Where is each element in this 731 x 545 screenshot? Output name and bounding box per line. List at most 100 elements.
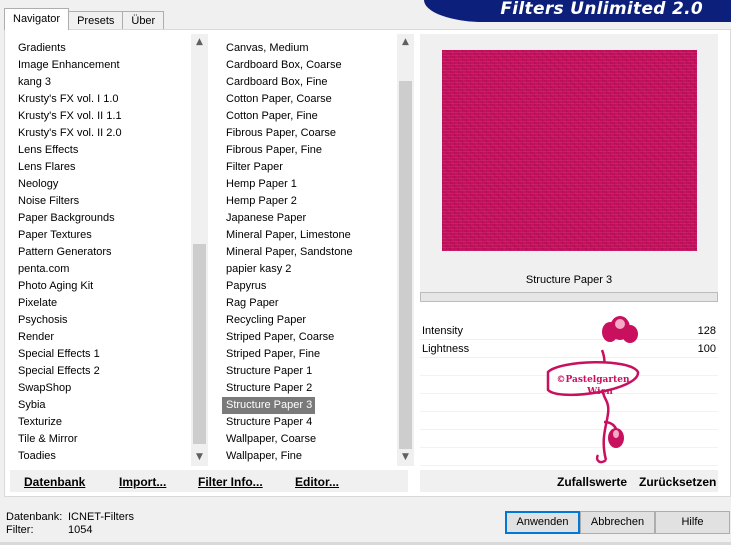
list-item[interactable]: Lens Flares bbox=[14, 159, 191, 176]
scroll-down-icon[interactable]: ▼ bbox=[191, 449, 208, 466]
list-item[interactable]: Photo Aging Kit bbox=[14, 278, 191, 295]
list-item[interactable]: Pixelate bbox=[14, 295, 191, 312]
list-item[interactable]: Render bbox=[14, 329, 191, 346]
status-database: Datenbank: ICNET-Filters bbox=[6, 511, 134, 524]
list-item-label: Cotton Paper, Fine bbox=[226, 110, 318, 122]
list-item[interactable]: Structure Paper 3 bbox=[222, 397, 397, 414]
status-filter-value: 1054 bbox=[68, 524, 93, 536]
scroll-down-icon[interactable]: ▼ bbox=[397, 449, 414, 466]
category-list[interactable]: Gradients Image Enhancement kang 3 Krusty's… bbox=[14, 34, 208, 466]
list-item[interactable]: Krusty's FX vol. II 1.1 bbox=[14, 108, 191, 125]
filter-info-button[interactable]: Filter Info... bbox=[198, 474, 263, 490]
list-item-label: Canvas, Medium bbox=[226, 42, 309, 54]
list-item-label: Structure Paper 4 bbox=[226, 416, 313, 428]
list-item[interactable]: Structure Paper 1 bbox=[222, 363, 397, 380]
list-item[interactable]: Hemp Paper 1 bbox=[222, 176, 397, 193]
list-item[interactable]: Cotton Paper, Coarse bbox=[222, 91, 397, 108]
scroll-up-icon[interactable]: ▲ bbox=[397, 34, 414, 51]
list-item[interactable]: Gradients bbox=[14, 40, 191, 57]
slider-empty bbox=[420, 430, 718, 448]
list-item[interactable]: Wallpaper, Coarse bbox=[222, 431, 397, 448]
list-item-label: Noise Filters bbox=[18, 195, 80, 207]
slider-panel: Intensity 128 Lightness 100 bbox=[420, 322, 718, 492]
list-item[interactable]: papier kasy 2 bbox=[222, 261, 397, 278]
slider-empty bbox=[420, 394, 718, 412]
list-item[interactable]: Image Enhancement bbox=[14, 57, 191, 74]
list-item-label: Cardboard Box, Coarse bbox=[226, 59, 342, 71]
list-item[interactable]: Mineral Paper, Sandstone bbox=[222, 244, 397, 261]
slider-empty bbox=[420, 358, 718, 376]
list-item[interactable]: Special Effects 1 bbox=[14, 346, 191, 363]
list-item[interactable]: kang 3 bbox=[14, 74, 191, 91]
slider-empty bbox=[420, 376, 718, 394]
import-button[interactable]: Import... bbox=[119, 474, 166, 490]
slider-value: 100 bbox=[697, 343, 716, 355]
list-item[interactable]: Structure Paper 4 bbox=[222, 414, 397, 431]
list-item-label: Sybia bbox=[18, 399, 46, 411]
tab-about[interactable]: Über bbox=[122, 11, 165, 30]
category-list-items: Gradients Image Enhancement kang 3 Krusty's… bbox=[14, 40, 191, 465]
list-item-label: Wallpaper, Fine bbox=[226, 450, 303, 462]
list-item[interactable]: Paper Textures bbox=[14, 227, 191, 244]
list-item[interactable]: Cotton Paper, Fine bbox=[222, 108, 397, 125]
list-item[interactable]: Cardboard Box, Coarse bbox=[222, 57, 397, 74]
list-item[interactable]: Fibrous Paper, Fine bbox=[222, 142, 397, 159]
preview-area bbox=[420, 34, 718, 268]
editor-button[interactable]: Editor... bbox=[295, 474, 339, 490]
help-button[interactable]: Hilfe bbox=[655, 511, 730, 534]
list-item[interactable]: Rag Paper bbox=[222, 295, 397, 312]
list-item[interactable]: Special Effects 2 bbox=[14, 363, 191, 380]
list-item[interactable]: Mineral Paper, Limestone bbox=[222, 227, 397, 244]
tab-navigator[interactable]: Navigator bbox=[4, 8, 70, 30]
list-item[interactable]: Texturize bbox=[14, 414, 191, 431]
random-values-button[interactable]: Zufallswerte bbox=[557, 474, 627, 490]
list-item[interactable]: Cardboard Box, Fine bbox=[222, 74, 397, 91]
scroll-thumb[interactable] bbox=[193, 244, 206, 444]
tab-presets[interactable]: Presets bbox=[68, 11, 124, 30]
list-item[interactable]: Wallpaper, Fine bbox=[222, 448, 397, 465]
list-item[interactable]: Pattern Generators bbox=[14, 244, 191, 261]
slider-lightness[interactable]: Lightness 100 bbox=[420, 340, 718, 358]
cancel-button[interactable]: Abbrechen bbox=[580, 511, 655, 534]
filter-scrollbar[interactable]: ▲ ▼ bbox=[397, 34, 414, 466]
list-item[interactable]: Tile & Mirror bbox=[14, 431, 191, 448]
list-item[interactable]: Krusty's FX vol. II 2.0 bbox=[14, 125, 191, 142]
status-database-label: Datenbank: bbox=[6, 511, 63, 523]
list-item[interactable]: Striped Paper, Fine bbox=[222, 346, 397, 363]
list-item[interactable]: Japanese Paper bbox=[222, 210, 397, 227]
progress-bar bbox=[420, 292, 718, 302]
list-item[interactable]: Lens Effects bbox=[14, 142, 191, 159]
list-item[interactable]: Fibrous Paper, Coarse bbox=[222, 125, 397, 142]
list-item[interactable]: penta.com bbox=[14, 261, 191, 278]
slider-intensity[interactable]: Intensity 128 bbox=[420, 322, 718, 340]
status-filter-label: Filter: bbox=[6, 524, 34, 536]
scroll-thumb[interactable] bbox=[399, 81, 412, 449]
list-item[interactable]: Structure Paper 2 bbox=[222, 380, 397, 397]
list-item-label: Image Enhancement bbox=[18, 59, 120, 71]
list-item-label: Mineral Paper, Sandstone bbox=[226, 246, 353, 258]
list-item-label: Pixelate bbox=[18, 297, 58, 309]
list-item[interactable]: Noise Filters bbox=[14, 193, 191, 210]
scroll-up-icon[interactable]: ▲ bbox=[191, 34, 208, 51]
filter-list[interactable]: Canvas, Medium Cardboard Box, Coarse Cardb… bbox=[222, 34, 414, 466]
list-item[interactable]: Recycling Paper bbox=[222, 312, 397, 329]
list-item-label: Mineral Paper, Limestone bbox=[226, 229, 351, 241]
list-item[interactable]: SwapShop bbox=[14, 380, 191, 397]
list-item[interactable]: Sybia bbox=[14, 397, 191, 414]
list-item[interactable]: Hemp Paper 2 bbox=[222, 193, 397, 210]
reset-button[interactable]: Zurücksetzen bbox=[639, 474, 716, 490]
category-scrollbar[interactable]: ▲ ▼ bbox=[191, 34, 208, 466]
list-item[interactable]: Filter Paper bbox=[222, 159, 397, 176]
list-item[interactable]: Papyrus bbox=[222, 278, 397, 295]
apply-button[interactable]: Anwenden bbox=[505, 511, 580, 534]
list-item[interactable]: Neology bbox=[14, 176, 191, 193]
list-item[interactable]: Canvas, Medium bbox=[222, 40, 397, 57]
list-item[interactable]: Krusty's FX vol. I 1.0 bbox=[14, 91, 191, 108]
database-button[interactable]: Datenbank bbox=[24, 474, 85, 490]
list-item[interactable]: Striped Paper, Coarse bbox=[222, 329, 397, 346]
list-item-label: Paper Textures bbox=[18, 229, 92, 241]
list-item[interactable]: Paper Backgrounds bbox=[14, 210, 191, 227]
list-item[interactable]: Toadies bbox=[14, 448, 191, 465]
list-item[interactable]: Psychosis bbox=[14, 312, 191, 329]
preview-image[interactable] bbox=[442, 50, 697, 251]
